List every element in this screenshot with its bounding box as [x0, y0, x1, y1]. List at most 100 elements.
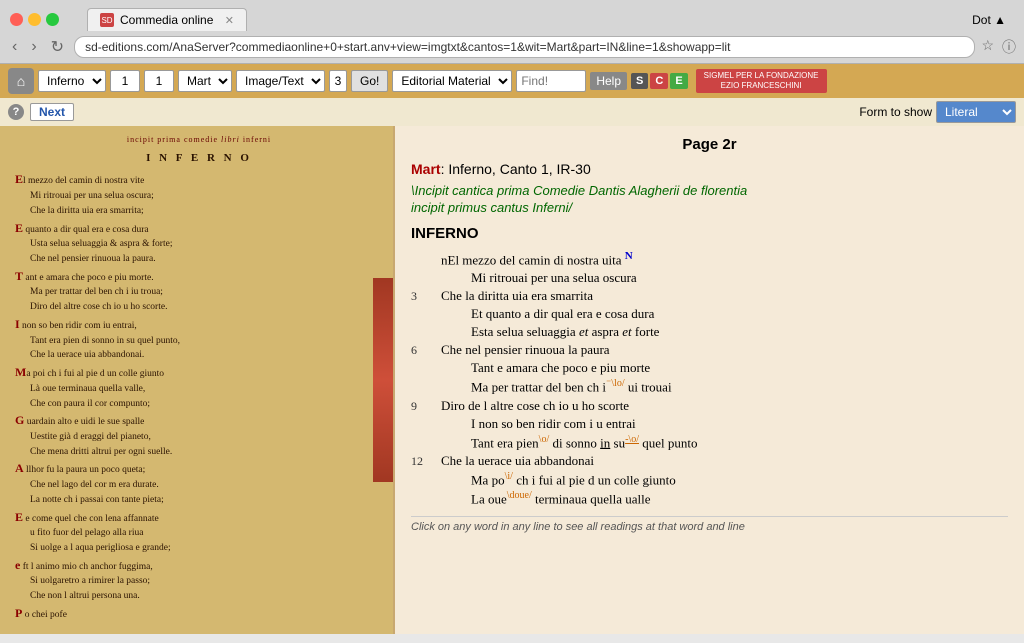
- wit-input[interactable]: [144, 70, 174, 92]
- verse-text[interactable]: Ma po\i/ ch i fui al pie d un colle giun…: [471, 471, 1008, 488]
- tab-bar: SD Commedia online ✕: [87, 8, 247, 31]
- verse-line: 3 Che la diritta uia era smarrita: [411, 288, 1008, 304]
- incipit-line1: \Incipit cantica prima Comedie Dantis Al…: [411, 183, 1008, 198]
- traffic-lights: [10, 13, 59, 26]
- inferno-select[interactable]: Inferno: [38, 70, 106, 92]
- mart-label: Mart: [411, 161, 441, 177]
- form-select[interactable]: Literal: [936, 101, 1016, 123]
- verse-line: La oue\doue/ terminaua quella ualle: [411, 490, 1008, 507]
- superscript: -\o/: [625, 434, 639, 445]
- verse-text[interactable]: Et quanto a dir qual era e cosa dura: [471, 306, 1008, 322]
- manuscript-text: incipit prima comedie libri inferni I N …: [15, 134, 383, 623]
- text-panel: Page 2r Mart: Inferno, Canto 1, IR-30 \I…: [395, 126, 1024, 634]
- verse-text[interactable]: Tant e amara che poco e piu morte: [471, 360, 1008, 376]
- tab-icon: SD: [100, 13, 114, 27]
- app-toolbar: ⌂ Inferno Mart Image/Text Go! Editorial …: [0, 64, 1024, 98]
- mart-select[interactable]: Mart: [178, 70, 232, 92]
- help-icon[interactable]: ?: [8, 104, 24, 120]
- superscript: \o/: [539, 434, 550, 445]
- verse-line: 12 Che la uerace uia abbandonai: [411, 453, 1008, 469]
- underline-text: -\o/: [625, 434, 639, 445]
- back-button[interactable]: ‹: [8, 36, 21, 58]
- verse-text[interactable]: Tant era pien\o/ di sonno in su-\o/ quel…: [471, 434, 1008, 451]
- go-button[interactable]: Go!: [351, 70, 388, 92]
- help-bar: ? Next Form to show Literal: [0, 98, 1024, 126]
- verse-line: Et quanto a dir qual era e cosa dura: [411, 306, 1008, 322]
- sce-badges: S C E: [631, 73, 688, 89]
- verse-text[interactable]: Che nel pensier rinuoua la paura: [441, 342, 1008, 358]
- n-mark: N: [625, 250, 633, 262]
- click-hint: Click on any word in any line to see all…: [411, 516, 1008, 533]
- form-to-show: Form to show Literal: [859, 101, 1016, 123]
- ms-border-decoration: [373, 278, 393, 481]
- verse-line: Esta selua seluaggia et aspra et forte: [411, 324, 1008, 340]
- next-button[interactable]: Next: [30, 103, 74, 121]
- tab-title: Commedia online: [120, 13, 213, 27]
- verse-text[interactable]: La oue\doue/ terminaua quella ualle: [471, 490, 1008, 507]
- window-title: Dot ▲: [972, 13, 1014, 27]
- main-content: incipit prima comedie libri inferni I N …: [0, 126, 1024, 634]
- editorial-select[interactable]: Editorial Material: [392, 70, 512, 92]
- verse-text[interactable]: Diro de l altre cose ch io u ho scorte: [441, 398, 1008, 414]
- verse-line: nEl mezzo del camin di nostra uita N: [411, 250, 1008, 268]
- incipit-line2: incipit primus cantus Inferni/: [411, 200, 1008, 215]
- maximize-button[interactable]: [46, 13, 59, 26]
- tab-close-button[interactable]: ✕: [225, 14, 234, 27]
- manuscript-panel: incipit prima comedie libri inferni I N …: [0, 126, 395, 634]
- page-input[interactable]: [329, 70, 347, 92]
- ms-inferno-title: I N F E R N O: [15, 150, 383, 167]
- nav-bar: ‹ › ↻ ☆ ⓘ: [0, 31, 1024, 63]
- canto-input[interactable]: [110, 70, 140, 92]
- sigmel-logo[interactable]: SIGMEL PER LA FONDAZIONE EZIO FRANCESCHI…: [696, 69, 827, 94]
- canto-title: Inferno, Canto 1, IR-30: [448, 161, 590, 177]
- verse-line: Tant e amara che poco e piu morte: [411, 360, 1008, 376]
- verse-text[interactable]: Ma per trattar del ben ch i⁻\lo/ ui trou…: [471, 378, 1008, 395]
- manuscript-image: incipit prima comedie libri inferni I N …: [0, 126, 393, 634]
- verse-text[interactable]: Esta selua seluaggia et aspra et forte: [471, 324, 1008, 340]
- browser-tab[interactable]: SD Commedia online ✕: [87, 8, 247, 31]
- underline-text: in: [600, 435, 610, 450]
- help-button[interactable]: Help: [590, 72, 627, 90]
- star-icon[interactable]: ☆: [981, 37, 994, 57]
- verse-block: nEl mezzo del camin di nostra uita N Mi …: [411, 250, 1008, 508]
- badge-e[interactable]: E: [670, 73, 687, 89]
- verse-line: I non so ben ridir com i u entrai: [411, 416, 1008, 432]
- nav-icons: ☆ ⓘ: [981, 37, 1016, 57]
- browser-chrome: SD Commedia online ✕ Dot ▲ ‹ › ↻ ☆ ⓘ: [0, 0, 1024, 64]
- verse-line: Ma per trattar del ben ch i⁻\lo/ ui trou…: [411, 378, 1008, 395]
- address-bar[interactable]: [74, 36, 975, 58]
- verse-line: 9 Diro de l altre cose ch io u ho scorte: [411, 398, 1008, 414]
- verse-line: 6 Che nel pensier rinuoua la paura: [411, 342, 1008, 358]
- info-icon[interactable]: ⓘ: [1002, 37, 1016, 57]
- home-icon: ⌂: [17, 73, 25, 89]
- badge-s[interactable]: S: [631, 73, 648, 89]
- sigmel-line1: SIGMEL PER LA FONDAZIONE: [704, 71, 819, 81]
- verse-num: 9: [411, 399, 441, 414]
- close-button[interactable]: [10, 13, 23, 26]
- forward-button[interactable]: ›: [27, 36, 40, 58]
- find-input[interactable]: [516, 70, 586, 92]
- verse-line: Mi ritrouai per una selua oscura: [411, 270, 1008, 286]
- verse-text[interactable]: Che la uerace uia abbandonai: [441, 453, 1008, 469]
- verse-text[interactable]: Mi ritrouai per una selua oscura: [471, 270, 1008, 286]
- form-label: Form to show: [859, 105, 932, 119]
- verse-text[interactable]: Che la diritta uia era smarrita: [441, 288, 1008, 304]
- verse-line: Tant era pien\o/ di sonno in su-\o/ quel…: [411, 434, 1008, 451]
- verse-text[interactable]: I non so ben ridir com i u entrai: [471, 416, 1008, 432]
- verse-num: 6: [411, 343, 441, 358]
- verse-num: 3: [411, 289, 441, 304]
- image-text-select[interactable]: Image/Text: [236, 70, 325, 92]
- title-bar: SD Commedia online ✕ Dot ▲: [0, 0, 1024, 31]
- verse-line: Ma po\i/ ch i fui al pie d un colle giun…: [411, 471, 1008, 488]
- verse-text[interactable]: nEl mezzo del camin di nostra uita N: [441, 250, 1008, 268]
- home-button[interactable]: ⌂: [8, 68, 34, 94]
- page-title: Page 2r: [411, 136, 1008, 153]
- superscript: \i/: [505, 471, 513, 482]
- superscript: ⁻\lo/: [606, 378, 625, 389]
- sigmel-line2: EZIO FRANCESCHINI: [704, 81, 819, 91]
- verse-num: 12: [411, 454, 441, 469]
- badge-c[interactable]: C: [650, 73, 668, 89]
- superscript: \doue/: [507, 490, 532, 501]
- reload-button[interactable]: ↻: [47, 35, 68, 59]
- minimize-button[interactable]: [28, 13, 41, 26]
